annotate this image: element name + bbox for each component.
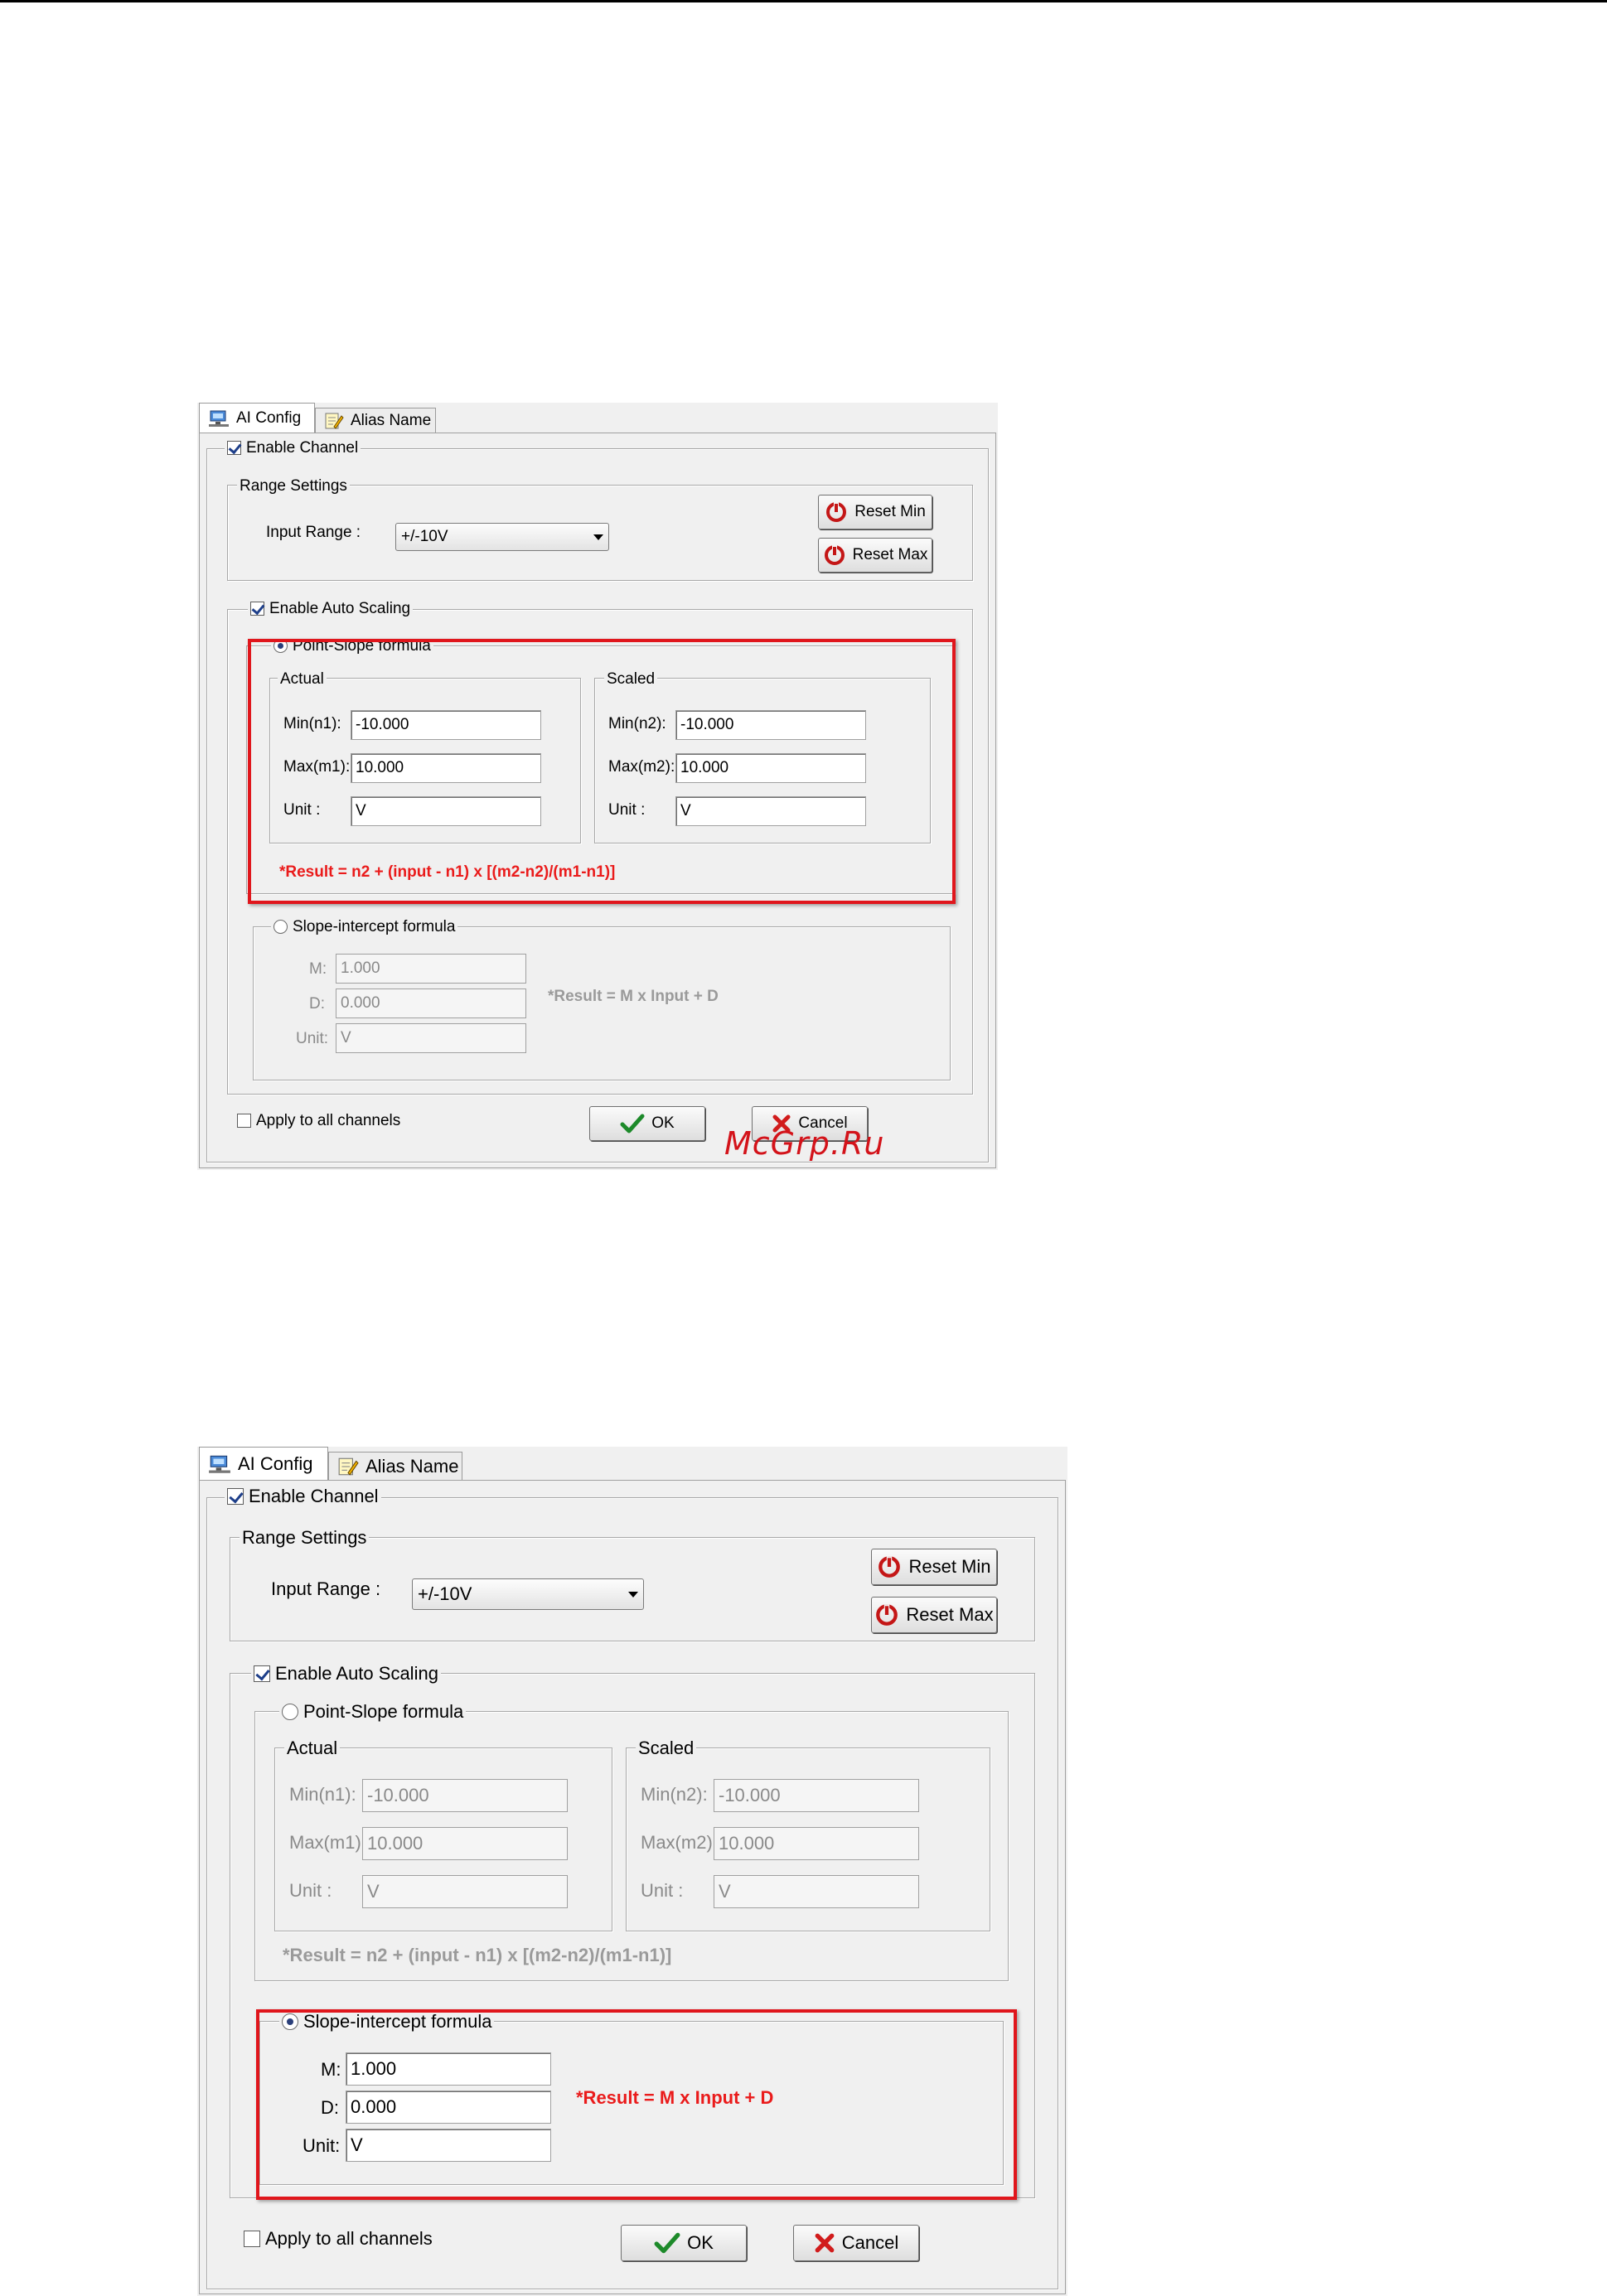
tab-alias-name[interactable]: Alias Name bbox=[328, 1452, 462, 1480]
tab-alias-name[interactable]: Alias Name bbox=[315, 408, 436, 433]
checkbox-unchecked-icon bbox=[237, 1114, 251, 1128]
apply-all-checkbox[interactable]: Apply to all channels bbox=[241, 2230, 435, 2248]
reset-icon bbox=[824, 545, 845, 565]
tab-strip: AI Config Alias Name bbox=[197, 403, 998, 433]
checkbox-checked-icon bbox=[250, 602, 264, 616]
cancel-button[interactable]: Cancel bbox=[793, 2225, 919, 2261]
tab-alias-name-label: Alias Name bbox=[351, 411, 432, 429]
range-settings-legend: Range Settings bbox=[237, 478, 350, 494]
network-config-icon bbox=[208, 1454, 231, 1474]
enable-auto-scaling-checkbox[interactable]: Enable Auto Scaling bbox=[251, 1665, 441, 1683]
input-range-select[interactable]: +/-10V bbox=[395, 523, 609, 551]
slope-intercept-radio[interactable]: Slope-intercept formula bbox=[271, 919, 458, 935]
checkbox-checked-icon bbox=[254, 1665, 270, 1682]
page-top-rule bbox=[0, 0, 1607, 2]
radio-unselected-icon bbox=[282, 1704, 298, 1720]
enable-auto-scaling-checkbox[interactable]: Enable Auto Scaling bbox=[248, 601, 414, 616]
m-input[interactable]: 1.000 bbox=[336, 954, 526, 984]
range-settings-legend: Range Settings bbox=[240, 1529, 370, 1547]
tab-ai-config-label: AI Config bbox=[238, 1453, 313, 1474]
scaled-unit-input[interactable]: V bbox=[714, 1875, 919, 1908]
ok-button[interactable]: OK bbox=[621, 2225, 747, 2261]
tab-strip: AI Config Alias Name bbox=[197, 1447, 1067, 1480]
actual-unit-label: Unit : bbox=[289, 1880, 332, 1901]
max-m1-label: Max(m1): bbox=[289, 1832, 366, 1853]
d-input[interactable]: 0.000 bbox=[336, 988, 526, 1018]
checkbox-unchecked-icon bbox=[244, 2231, 260, 2247]
checkmark-icon bbox=[620, 1114, 645, 1133]
reset-max-button[interactable]: Reset Max bbox=[871, 1597, 997, 1633]
input-range-label: Input Range : bbox=[266, 524, 361, 541]
enable-channel-checkbox[interactable]: Enable Channel bbox=[225, 1487, 381, 1506]
checkmark-icon bbox=[654, 2232, 680, 2254]
checkbox-checked-icon bbox=[227, 1488, 244, 1505]
max-m2-label: Max(m2): bbox=[641, 1832, 718, 1853]
actual-unit-input[interactable]: V bbox=[362, 1875, 568, 1908]
m-label: M: bbox=[309, 960, 327, 978]
chevron-down-icon bbox=[593, 534, 603, 540]
max-m1-input[interactable]: 10.000 bbox=[362, 1827, 568, 1860]
network-config-icon bbox=[208, 409, 230, 428]
min-n2-label: Min(n2): bbox=[641, 1784, 708, 1805]
reset-icon bbox=[879, 1556, 901, 1578]
slope-intercept-formula: *Result = M x Input + D bbox=[548, 988, 719, 1005]
highlight-box bbox=[256, 2009, 1017, 2200]
point-slope-formula: *Result = n2 + (input - n1) x [(m2-n2)/(… bbox=[283, 1945, 672, 1965]
reset-max-button[interactable]: Reset Max bbox=[818, 538, 932, 573]
input-range-label: Input Range : bbox=[271, 1578, 381, 1599]
checkbox-checked-icon bbox=[227, 441, 241, 455]
tab-ai-config[interactable]: AI Config bbox=[199, 403, 315, 433]
highlight-box bbox=[248, 639, 956, 904]
apply-all-checkbox[interactable]: Apply to all channels bbox=[235, 1113, 403, 1129]
unit-input[interactable]: V bbox=[336, 1023, 526, 1053]
tab-alias-name-label: Alias Name bbox=[365, 1455, 459, 1477]
ai-config-panel: Enable Channel Range Settings Input Rang… bbox=[199, 433, 996, 1168]
watermark-text: McGrp.Ru bbox=[724, 1125, 885, 1162]
reset-icon bbox=[826, 502, 847, 522]
radio-unselected-icon bbox=[273, 920, 288, 934]
ai-config-dialog-slope-intercept: AI Config Alias Name Enable Channel Rang… bbox=[197, 1447, 1067, 2296]
actual-legend: Actual bbox=[284, 1739, 341, 1757]
max-m2-input[interactable]: 10.000 bbox=[714, 1827, 919, 1860]
point-slope-radio[interactable]: Point-Slope formula bbox=[279, 1703, 467, 1721]
reset-icon bbox=[876, 1604, 898, 1626]
edit-note-icon bbox=[324, 412, 344, 430]
ai-config-panel: Enable Channel Range Settings Input Rang… bbox=[199, 1480, 1066, 2294]
edit-note-icon bbox=[337, 1457, 359, 1477]
scaled-unit-label: Unit : bbox=[641, 1880, 684, 1901]
unit-label: Unit: bbox=[296, 1030, 329, 1047]
close-icon bbox=[815, 2233, 835, 2253]
enable-channel-checkbox[interactable]: Enable Channel bbox=[225, 440, 361, 456]
min-n1-input[interactable]: -10.000 bbox=[362, 1779, 568, 1812]
ok-button[interactable]: OK bbox=[589, 1106, 705, 1141]
scaled-legend: Scaled bbox=[636, 1739, 697, 1757]
reset-min-button[interactable]: Reset Min bbox=[818, 495, 932, 529]
tab-ai-config-label: AI Config bbox=[236, 408, 302, 427]
input-range-select[interactable]: +/-10V bbox=[412, 1578, 644, 1610]
tab-ai-config[interactable]: AI Config bbox=[199, 1447, 328, 1480]
min-n1-label: Min(n1): bbox=[289, 1784, 356, 1805]
ai-config-dialog-point-slope: AI Config Alias Name Enable Channel Rang… bbox=[197, 403, 998, 1170]
min-n2-input[interactable]: -10.000 bbox=[714, 1779, 919, 1812]
chevron-down-icon bbox=[628, 1591, 638, 1598]
d-label: D: bbox=[309, 995, 325, 1013]
reset-min-button[interactable]: Reset Min bbox=[871, 1549, 997, 1585]
